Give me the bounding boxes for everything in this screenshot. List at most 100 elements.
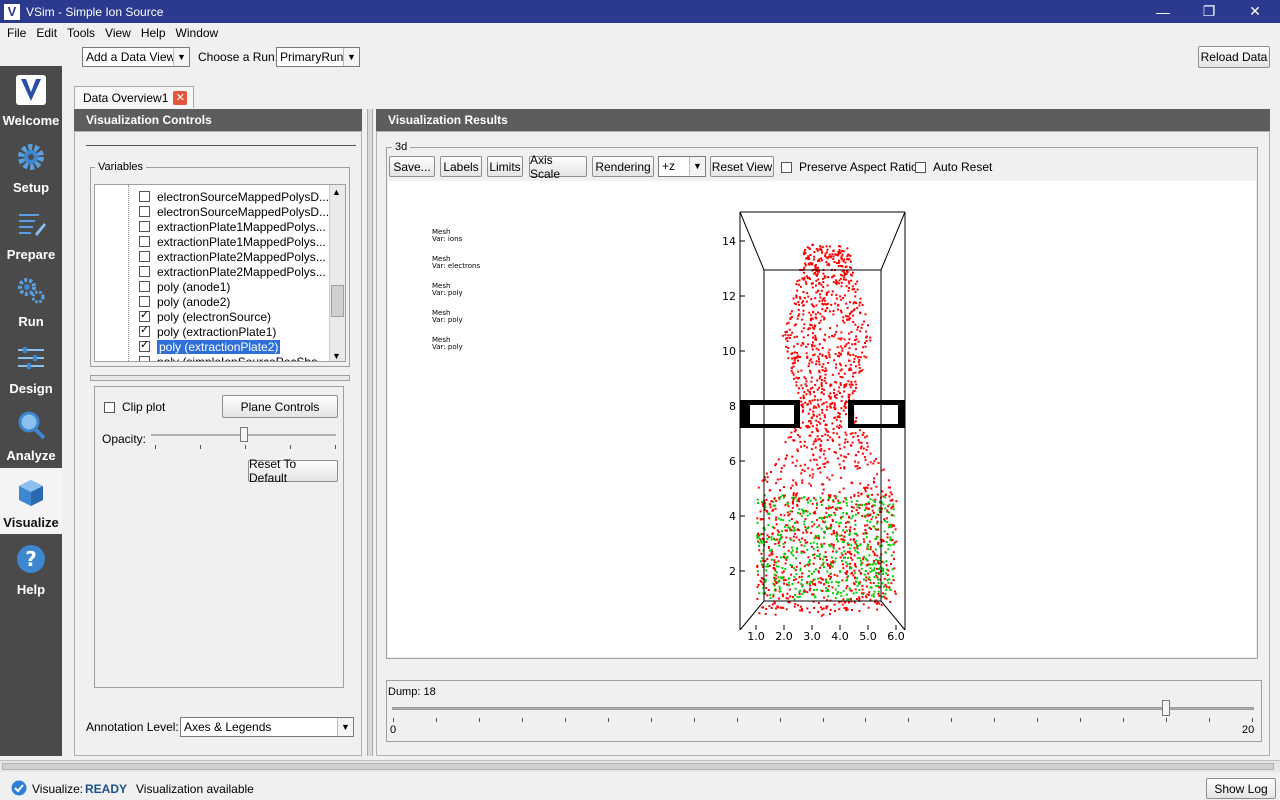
maximize-button[interactable]: ❐ [1186,0,1232,23]
data-view-select[interactable]: Add a Data View ▼ [82,47,190,67]
sidebar-item-help[interactable]: ? Help [0,535,62,601]
variable-item[interactable]: poly (extractionPlate1) [139,323,276,339]
variable-item[interactable]: extractionPlate2MappedPolys... [139,249,326,264]
variable-checkbox[interactable] [139,191,150,202]
scroll-down-icon[interactable]: ▼ [332,351,341,361]
tab-data-overview[interactable]: Data Overview1 ✕ [74,86,194,108]
run-select[interactable]: PrimaryRun ▼ [276,47,360,67]
ion-point [813,398,816,401]
clip-plot-checkbox[interactable]: Clip plot [104,400,165,414]
variable-checkbox[interactable] [139,338,150,352]
variable-checkbox[interactable] [139,281,150,292]
sidebar-item-prepare[interactable]: Prepare [0,200,62,266]
ion-point [858,301,861,304]
scroll-up-icon[interactable]: ▲ [332,187,341,197]
variable-item[interactable]: extractionPlate1MappedPolys... [139,219,326,234]
ion-point [843,601,846,604]
electron-point [881,582,884,585]
save-button[interactable]: Save... [389,156,435,177]
render-canvas[interactable]: Mesh Var: ions Mesh Var: electrons Mesh Var: … [388,181,1256,657]
ion-point [786,511,789,514]
variables-scrollbar[interactable]: ▲ ▼ [329,185,345,361]
variable-item[interactable]: poly (anode2) [139,294,230,309]
ion-point [858,598,861,600]
variable-item[interactable]: electronSourceMappedPolysD... [139,189,329,204]
sidebar-item-welcome[interactable]: Welcome [0,66,62,132]
ion-point [804,383,807,386]
variable-item[interactable]: poly (extractionPlate2) [139,338,281,354]
plane-controls-button[interactable]: Plane Controls [222,395,338,418]
dump-slider-thumb[interactable] [1162,700,1171,716]
minimize-button[interactable]: — [1140,0,1186,23]
axis-scale-button[interactable]: Axis Scale [529,153,587,181]
ion-point [826,284,829,287]
ion-point [841,347,844,350]
sidebar-item-setup[interactable]: Setup [0,133,62,199]
variable-item[interactable]: poly (electronSource) [139,308,271,324]
variable-checkbox[interactable] [139,266,150,277]
close-window-button[interactable]: ✕ [1232,0,1278,23]
ion-point [811,317,814,320]
labels-button[interactable]: Labels [440,156,482,177]
variable-item[interactable]: poly (simpleIonSourcePecSha [139,354,318,361]
sidebar-item-analyze[interactable]: Analyze [0,401,62,467]
variable-checkbox[interactable] [139,221,150,232]
ion-point [857,361,860,364]
auto-reset-checkbox[interactable]: Auto Reset [915,160,992,174]
ion-point [792,479,795,482]
view-axis-value: +z [662,159,676,173]
ion-point [833,395,836,398]
annotation-level-select[interactable]: Axes & Legends ▼ [180,717,354,737]
limits-button[interactable]: Limits [487,156,523,177]
preserve-aspect-checkbox[interactable]: Preserve Aspect Ratio [781,160,918,174]
variable-item[interactable]: electronSourceMappedPolysD... [139,204,329,219]
ion-point [819,566,822,569]
reset-view-button[interactable]: Reset View [710,156,774,177]
menu-file[interactable]: File [2,26,31,40]
scroll-thumb[interactable] [2,763,1274,770]
sidebar-item-run[interactable]: Run [0,267,62,333]
main-horizontal-scrollbar[interactable] [0,760,1280,772]
sidebar-item-design[interactable]: Design [0,334,62,400]
menu-tools[interactable]: Tools [62,26,100,40]
variable-checkbox[interactable] [139,356,150,361]
variable-item[interactable]: poly (anode1) [139,279,230,294]
ion-point [797,434,799,437]
variable-checkbox[interactable] [139,206,150,217]
menu-edit[interactable]: Edit [31,26,62,40]
panel-splitter[interactable] [367,109,373,756]
ion-point [824,367,827,370]
clip-plot-box[interactable] [104,401,115,413]
auto-reset-box[interactable] [915,161,926,173]
variable-checkbox[interactable] [139,251,150,262]
ion-point [791,357,794,360]
menu-view[interactable]: View [100,26,136,40]
rendering-button[interactable]: Rendering [592,156,654,177]
variable-checkbox[interactable] [139,236,150,247]
variable-checkbox[interactable] [139,323,150,337]
variable-checkbox[interactable] [139,296,150,307]
ion-point [873,554,876,557]
opacity-slider-thumb[interactable] [239,427,248,442]
view-axis-select[interactable]: +z ▼ [658,156,706,177]
ion-point [828,564,831,567]
splitter-handle[interactable] [90,375,350,381]
menu-window[interactable]: Window [171,26,224,40]
scroll-thumb[interactable] [331,285,344,317]
close-tab-icon[interactable]: ✕ [173,90,188,105]
show-log-button[interactable]: Show Log [1206,778,1276,799]
electron-point [781,567,784,569]
variable-item[interactable]: extractionPlate2MappedPolys... [139,264,326,279]
preserve-aspect-box[interactable] [781,161,792,173]
electron-point [817,535,820,538]
ion-point [814,297,817,300]
ion-point [856,435,859,437]
sidebar-item-visualize[interactable]: Visualize [0,468,62,534]
variable-checkbox[interactable] [139,308,150,322]
menu-help[interactable]: Help [136,26,171,40]
reload-data-button[interactable]: Reload Data [1198,46,1270,68]
variable-item[interactable]: extractionPlate1MappedPolys... [139,234,326,249]
dump-track[interactable] [392,707,1254,710]
reset-to-default-button[interactable]: Reset To Default [248,457,338,485]
variables-tree[interactable]: electronSourceMappedPolysD... electronSou… [94,184,346,362]
